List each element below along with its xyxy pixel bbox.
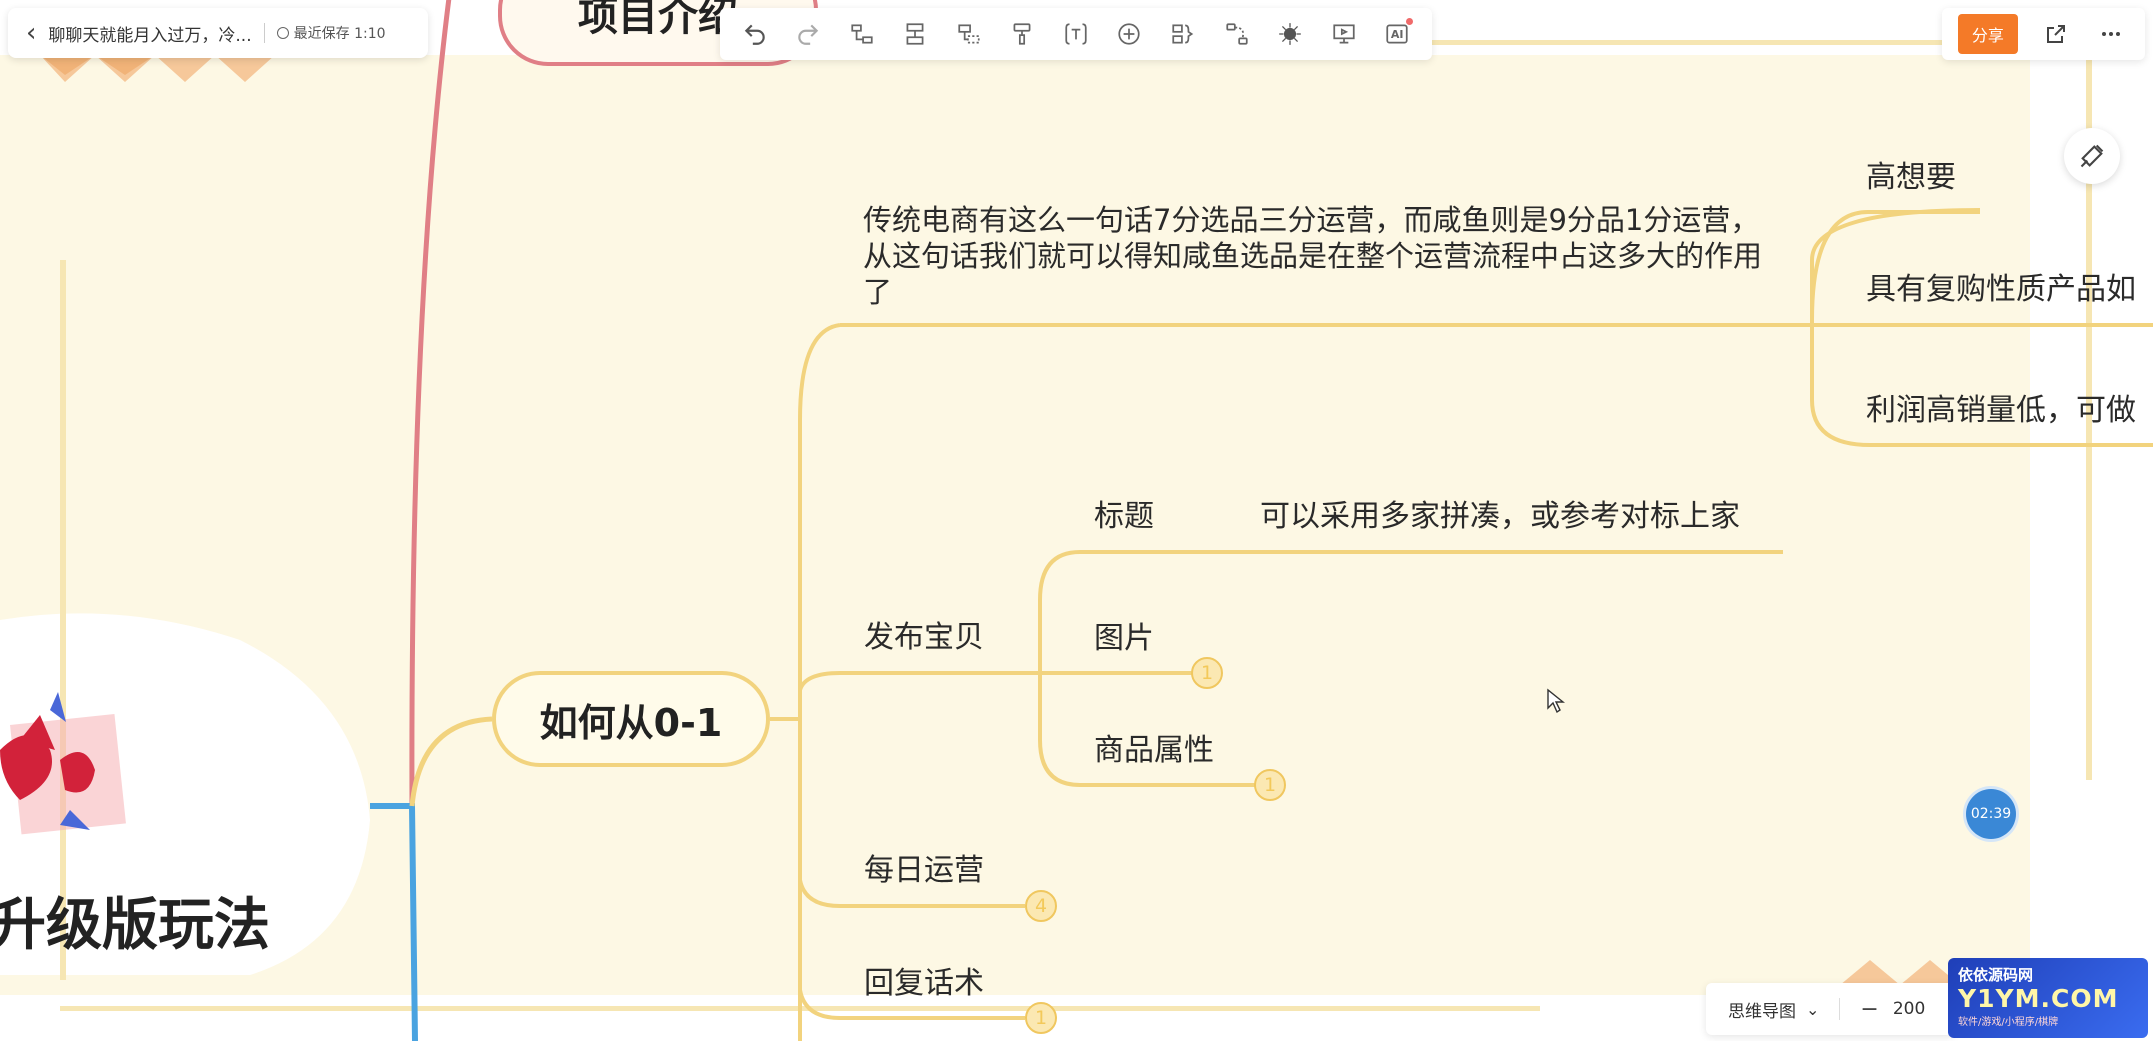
main-toolbar: AI	[720, 8, 1432, 60]
title-node[interactable]: 标题	[1094, 499, 1154, 535]
right-item-2[interactable]: 具有复购性质产品如	[1866, 272, 2136, 308]
focus-tool-button[interactable]	[2064, 128, 2120, 184]
right-item-1[interactable]: 高想要	[1866, 160, 1956, 196]
decorative-emblem-icon	[0, 692, 126, 835]
bottombar-divider	[1839, 998, 1841, 1020]
ai-notification-dot	[1406, 18, 1414, 25]
reply-node[interactable]: 回复话术	[864, 966, 984, 1002]
daily-ops-collapse-badge[interactable]: 4	[1025, 890, 1057, 922]
text-icon[interactable]	[1056, 14, 1096, 54]
timer-badge[interactable]: 02:39	[1966, 789, 2016, 839]
locate-icon	[2080, 144, 2104, 168]
view-mode-select[interactable]: 思维导图	[1728, 997, 1796, 1022]
watermark-line2: Y1YM.COM	[1958, 984, 2119, 1013]
redo-icon[interactable]	[788, 14, 828, 54]
back-arrow-icon[interactable]: ‹	[26, 20, 36, 46]
image-node[interactable]: 图片	[1094, 621, 1154, 657]
presentation-icon[interactable]	[1324, 14, 1364, 54]
reply-collapse-badge[interactable]: 1	[1025, 1002, 1057, 1034]
attributes-node[interactable]: 商品属性	[1094, 733, 1214, 769]
ai-icon[interactable]: AI	[1377, 14, 1417, 54]
zoom-level[interactable]: 200	[1893, 999, 1925, 1019]
publish-node[interactable]: 发布宝贝	[864, 620, 984, 656]
document-title[interactable]: 聊聊天就能月入过万，冷...	[48, 21, 251, 46]
titlebar-divider	[263, 23, 265, 43]
mouse-cursor-icon	[1547, 688, 1565, 714]
save-status: 最近保存 1:10	[276, 23, 386, 43]
branch-node-label: 如何从0-1	[539, 700, 723, 745]
image-collapse-badge[interactable]: 1	[1191, 657, 1223, 689]
branch-node[interactable]: 如何从0-1	[492, 671, 770, 767]
zoom-out-icon[interactable]: −	[1860, 997, 1878, 1022]
share-button[interactable]: 分享	[1957, 14, 2018, 54]
save-status-text: 最近保存 1:10	[293, 26, 386, 42]
open-external-icon[interactable]	[2038, 16, 2074, 52]
insert-icon[interactable]	[1109, 14, 1149, 54]
more-icon[interactable]	[2093, 16, 2129, 52]
check-circle-icon	[276, 27, 289, 39]
watermark-line1: 依依源码网	[1958, 966, 2034, 984]
watermark-line3: 软件/游戏/小程序/棋牌	[1958, 1016, 2059, 1028]
summary-icon[interactable]	[1163, 14, 1203, 54]
theme-icon[interactable]	[1270, 14, 1310, 54]
subtopic-icon[interactable]	[842, 14, 882, 54]
right-item-3[interactable]: 利润高销量低，可做	[1866, 393, 2136, 429]
title-detail-node[interactable]: 可以采用多家拼凑，或参考对标上家	[1260, 499, 1740, 535]
intro-paragraph-node[interactable]: 传统电商有这么一句话7分选品三分运营，而咸鱼则是9分品1分运营，从这句话我们就可…	[863, 202, 1763, 310]
document-titlebar: ‹ 聊聊天就能月入过万，冷... 最近保存 1:10	[8, 8, 428, 58]
format-painter-icon[interactable]	[1002, 14, 1042, 54]
undo-icon[interactable]	[735, 14, 775, 54]
top-node-label: 项目介绍	[578, 0, 738, 40]
chevron-down-icon[interactable]: ⌄	[1806, 1000, 1819, 1019]
relationship-icon[interactable]	[1217, 14, 1257, 54]
attributes-collapse-badge[interactable]: 1	[1254, 769, 1286, 801]
view-controls: 思维导图 ⌄ − 200	[1706, 983, 1956, 1035]
header-right-actions: 分享	[1942, 8, 2145, 60]
sibling-topic-icon[interactable]	[895, 14, 935, 54]
mindmap-canvas[interactable]: 项目介绍 如何从0-1 升级版玩法 传统电商有这么一句话7分选品三分运营，而咸鱼…	[0, 0, 2153, 1041]
mindmap-connectors	[0, 0, 2153, 1041]
parent-topic-icon[interactable]	[949, 14, 989, 54]
ai-label: AI	[1390, 27, 1404, 41]
watermark-logo: 依依源码网 Y1YM.COM 软件/游戏/小程序/棋牌	[1948, 958, 2148, 1038]
daily-ops-node[interactable]: 每日运营	[864, 853, 984, 889]
root-node-label[interactable]: 升级版玩法	[0, 880, 270, 961]
